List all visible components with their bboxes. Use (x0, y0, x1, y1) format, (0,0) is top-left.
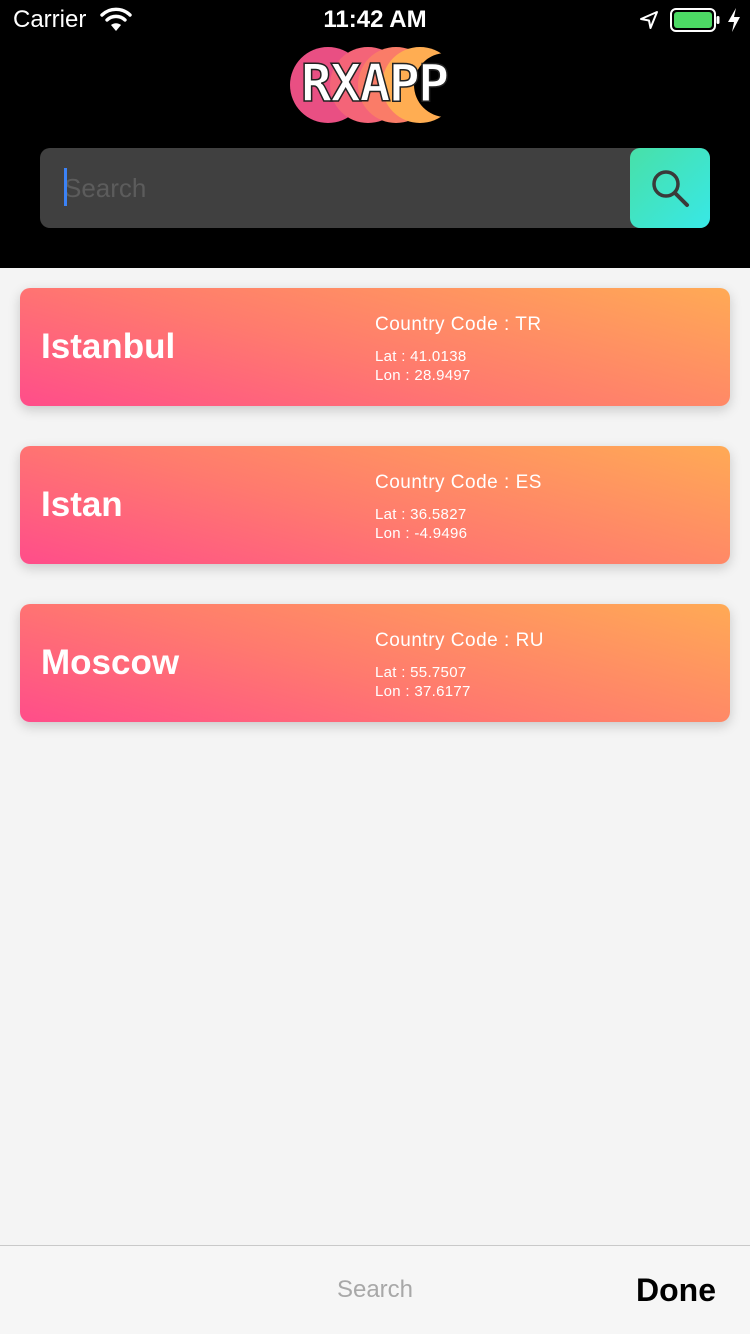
city-name: Istanbul (41, 327, 176, 366)
city-name: Moscow (41, 643, 180, 682)
longitude: Lon : 28.9497 (375, 367, 471, 384)
country-code: Country Code : RU (375, 630, 545, 651)
city-card-istan[interactable]: Istan Country Code : ES Lat : 36.5827 Lo… (20, 446, 730, 564)
city-name: Istan (41, 485, 123, 524)
text-cursor (64, 168, 67, 206)
city-card-moscow[interactable]: Moscow Country Code : RU Lat : 55.7507 L… (20, 604, 730, 722)
keyboard-toolbar: Search Done (0, 1245, 750, 1334)
longitude: Lon : 37.6177 (375, 683, 471, 700)
search-bar (40, 148, 710, 228)
search-icon (652, 170, 689, 207)
done-button[interactable]: Done (636, 1272, 716, 1309)
location-arrow-icon (640, 11, 658, 29)
header: Carrier 11:42 AM RXAPP Search (0, 0, 750, 268)
search-button[interactable] (630, 148, 710, 228)
latitude: Lat : 36.5827 (375, 506, 467, 523)
app-logo: RXAPP (290, 47, 460, 123)
latitude: Lat : 55.7507 (375, 664, 467, 681)
country-code: Country Code : TR (375, 314, 542, 335)
battery-icon (670, 8, 720, 32)
status-bar: Carrier 11:42 AM (0, 0, 750, 40)
city-card-istanbul[interactable]: Istanbul Country Code : TR Lat : 41.0138… (20, 288, 730, 406)
longitude: Lon : -4.9496 (375, 525, 468, 542)
latitude: Lat : 41.0138 (375, 348, 467, 365)
country-code: Country Code : ES (375, 472, 542, 493)
logo-text: RXAPP (301, 54, 448, 114)
search-input[interactable] (40, 148, 632, 228)
charging-bolt-icon (728, 8, 740, 32)
